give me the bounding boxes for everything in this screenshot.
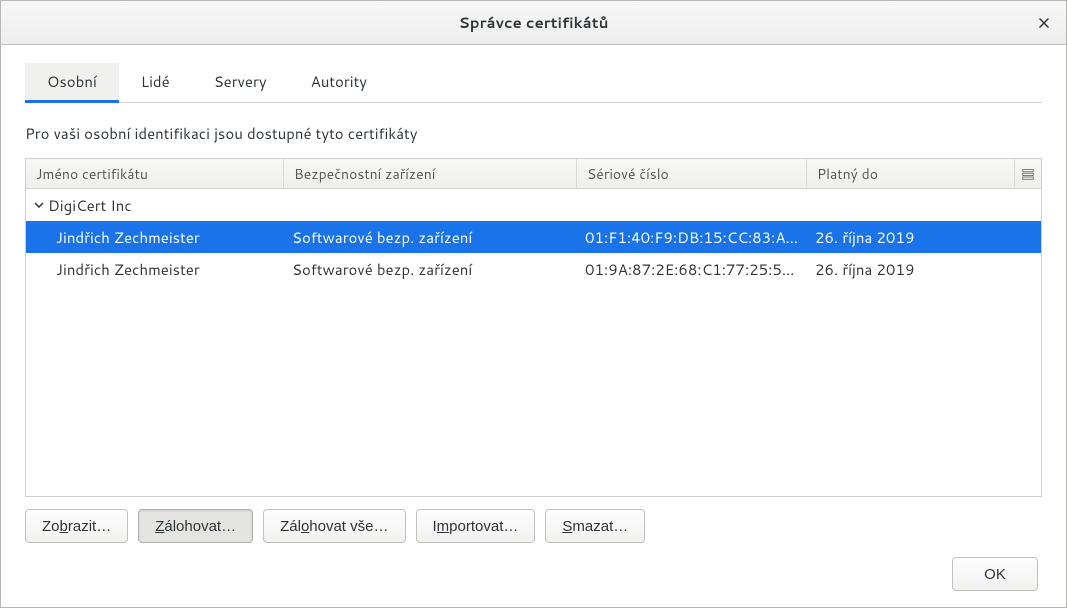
column-picker-button[interactable] — [1015, 159, 1041, 188]
delete-button[interactable]: Smazat… — [545, 509, 645, 543]
tab-authorities[interactable]: Autority — [289, 63, 389, 102]
column-header-valid[interactable]: Platný do — [807, 159, 1015, 188]
column-header-name[interactable]: Jméno certifikátu — [26, 159, 284, 188]
backup-button[interactable]: Zálohovat… — [138, 509, 253, 543]
tab-description: Pro vaši osobní identifikaci jsou dostup… — [25, 123, 1042, 144]
close-button[interactable] — [1028, 7, 1060, 39]
tab-label: Servery — [214, 71, 267, 92]
tab-people[interactable]: Lidé — [119, 63, 192, 102]
table-body: DigiCert Inc Jindřich Zechmeister Softwa… — [26, 189, 1041, 496]
cell-serial: 01:F1:40:F9:DB:15:CC:83:AC… — [577, 227, 807, 248]
ok-button[interactable]: OK — [952, 557, 1038, 591]
tab-label: Lidé — [141, 71, 170, 92]
cell-serial: 01:9A:87:2E:68:C1:77:25:5D:… — [577, 259, 807, 280]
certificate-table: Jméno certifikátu Bezpečnostní zařízení … — [25, 158, 1042, 497]
cell-name: Jindřich Zechmeister — [26, 259, 284, 280]
titlebar: Správce certifikátů — [1, 1, 1066, 45]
backup-all-button[interactable]: Zálohovat vše… — [263, 509, 405, 543]
table-header: Jméno certifikátu Bezpečnostní zařízení … — [26, 159, 1041, 189]
table-row[interactable]: Jindřich Zechmeister Softwarové bezp. za… — [26, 221, 1041, 253]
column-header-serial[interactable]: Sériové číslo — [577, 159, 807, 188]
cell-name: Jindřich Zechmeister — [26, 227, 284, 248]
window-title: Správce certifikátů — [459, 12, 609, 33]
cell-valid: 26. října 2019 — [807, 259, 1041, 280]
cell-device: Softwarové bezp. zařízení — [284, 227, 577, 248]
import-button[interactable]: Importovat… — [416, 509, 536, 543]
cell-device: Softwarové bezp. zařízení — [284, 259, 577, 280]
table-row[interactable]: Jindřich Zechmeister Softwarové bezp. za… — [26, 253, 1041, 285]
action-button-row: Zobrazit… Zálohovat… Zálohovat vše… Impo… — [25, 509, 1042, 543]
group-row[interactable]: DigiCert Inc — [26, 189, 1041, 221]
content-area: Osobní Lidé Servery Autority Pro vaši os… — [1, 45, 1066, 607]
column-picker-icon — [1022, 168, 1034, 180]
tab-servers[interactable]: Servery — [192, 63, 289, 102]
tab-label: Autority — [311, 71, 367, 92]
chevron-down-icon — [32, 200, 46, 210]
view-button[interactable]: Zobrazit… — [25, 509, 128, 543]
column-header-device[interactable]: Bezpečnostní zařízení — [284, 159, 577, 188]
tab-personal[interactable]: Osobní — [25, 63, 119, 102]
close-icon — [1037, 16, 1051, 30]
cell-valid: 26. října 2019 — [807, 227, 1041, 248]
group-label: DigiCert Inc — [48, 195, 132, 216]
tab-label: Osobní — [47, 71, 97, 92]
tab-bar: Osobní Lidé Servery Autority — [25, 63, 1042, 103]
certificate-manager-window: Správce certifikátů Osobní Lidé Servery … — [0, 0, 1067, 608]
dialog-ok-row: OK — [25, 557, 1042, 591]
